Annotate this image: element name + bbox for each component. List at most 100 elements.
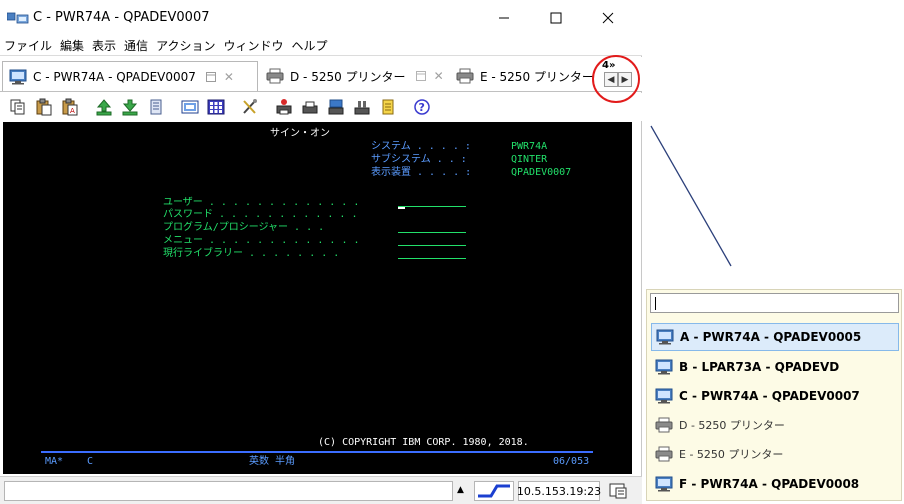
status-message-field	[4, 481, 453, 501]
session-list-popup: A - PWR74A - QPADEV0005 B - LPAR73A - QP…	[646, 289, 902, 501]
menu-communication[interactable]: 通信	[124, 37, 148, 54]
session-item-e[interactable]: E - 5250 プリンター	[651, 440, 899, 468]
menu-help[interactable]: ヘルプ	[291, 37, 327, 54]
oia-cursor-position: 06/053	[553, 456, 590, 467]
svg-text:A: A	[70, 107, 75, 115]
text-cursor	[398, 207, 405, 209]
program-label: プログラム/プロシージャー . . .	[163, 222, 325, 233]
menu-edit[interactable]: 編集	[60, 37, 84, 54]
terminal-icon	[655, 476, 673, 492]
tab-printer-e[interactable]: E - 5250 プリンター	[450, 61, 596, 91]
oia-input-mode: 英数 半角	[249, 456, 296, 467]
menu-label: メニュー . . . . . . . . . . . . .	[163, 235, 360, 246]
menu-bar: ファイル 編集 表示 通信 アクション ウィンドウ ヘルプ	[0, 36, 642, 56]
session-item-c[interactable]: C - PWR74A - QPADEV0007	[651, 382, 899, 410]
menu-view[interactable]: 表示	[92, 37, 116, 54]
device-value: QPADEV0007	[511, 167, 572, 178]
connection-icon	[474, 481, 514, 501]
signon-heading: サイン・オン	[270, 128, 330, 139]
edit-tools-icon[interactable]	[238, 96, 262, 118]
user-label: ユーザー . . . . . . . . . . . . .	[163, 197, 360, 208]
tab-scroll-right-icon[interactable]: ▶	[618, 72, 632, 87]
terminal-icon	[9, 69, 27, 85]
keypad-icon[interactable]	[178, 96, 202, 118]
session-item-label: F - PWR74A - QPADEV0008	[679, 477, 860, 491]
menu-window[interactable]: ウィンドウ	[223, 37, 283, 54]
printer-icon	[655, 446, 673, 462]
session-item-label: A - PWR74A - QPADEV0005	[680, 330, 862, 344]
session-item-label: C - PWR74A - QPADEV0007	[679, 389, 860, 403]
app-icon	[6, 11, 29, 25]
tab-printer-d[interactable]: D - 5250 プリンター ✕	[260, 61, 448, 91]
restore-tab-icon[interactable]	[205, 71, 216, 82]
terminal-icon	[656, 329, 674, 345]
macro-icon[interactable]	[144, 96, 168, 118]
close-tab-icon[interactable]: ✕	[434, 69, 444, 83]
host-address: 10.5.153.19:23	[517, 481, 601, 501]
printer-setup-icon[interactable]	[298, 96, 322, 118]
oia-indicator: MA*	[45, 456, 64, 467]
tab-label: E - 5250 プリンター	[480, 69, 594, 84]
notes-icon[interactable]	[376, 96, 400, 118]
session-tab-bar: C - PWR74A - QPADEV0007 ✕ D - 5250 プリンター…	[0, 57, 642, 92]
restore-tab-icon[interactable]	[415, 71, 426, 81]
paste-icon[interactable]	[32, 96, 56, 118]
maximize-button[interactable]	[533, 0, 579, 36]
user-input[interactable]	[398, 206, 466, 207]
close-tab-icon[interactable]: ✕	[224, 70, 234, 84]
status-bar: ▲ 10.5.153.19:23	[0, 476, 642, 504]
close-button[interactable]	[585, 0, 631, 36]
system-value: PWR74A	[511, 141, 548, 152]
session-item-label: E - 5250 プリンター	[679, 448, 784, 461]
emulator-window: C - PWR74A - QPADEV0007 ファイル 編集 表示 通信 アク…	[0, 0, 642, 504]
menu-file[interactable]: ファイル	[4, 37, 52, 54]
terminal-icon	[655, 359, 673, 375]
paste-special-icon[interactable]: A	[58, 96, 82, 118]
library-label: 現行ライブラリー . . . . . . . .	[163, 248, 340, 259]
receive-file-icon[interactable]	[118, 96, 142, 118]
terminal-screen[interactable]: サイン・オン システム . . . . : PWR74A サブシステム . . …	[3, 122, 632, 474]
password-label: パスワード . . . . . . . . . . . .	[163, 209, 358, 220]
session-item-label: B - LPAR73A - QPADEVD	[679, 360, 840, 374]
help-icon[interactable]: ?	[410, 96, 434, 118]
oia-session: C	[87, 456, 94, 467]
printer-icon	[266, 68, 284, 84]
minimize-button[interactable]	[481, 0, 527, 36]
tab-session-c[interactable]: C - PWR74A - QPADEV0007 ✕	[2, 61, 258, 91]
session-item-label: D - 5250 プリンター	[679, 419, 785, 432]
subsystem-value: QINTER	[511, 154, 548, 165]
device-label: 表示装置 . . . . :	[371, 167, 472, 178]
trace-icon[interactable]	[350, 96, 374, 118]
tab-label: D - 5250 プリンター	[290, 69, 406, 84]
menu-input[interactable]	[398, 245, 466, 246]
oia-separator	[41, 451, 593, 453]
grid-icon[interactable]	[204, 96, 228, 118]
program-input[interactable]	[398, 232, 466, 233]
send-file-icon[interactable]	[92, 96, 116, 118]
copy-icon[interactable]	[6, 96, 30, 118]
printer-icon	[456, 68, 474, 84]
text-caret	[655, 297, 656, 310]
print-screen-icon[interactable]	[324, 96, 348, 118]
window-title: C - PWR74A - QPADEV0007	[33, 10, 210, 25]
title-bar[interactable]: C - PWR74A - QPADEV0007	[0, 0, 642, 36]
copyright-text: (C) COPYRIGHT IBM CORP. 1980, 2018.	[318, 437, 529, 448]
tab-navigator: 4» ◀ ▶	[596, 58, 636, 90]
keyboard-lock-icon[interactable]	[605, 481, 631, 501]
up-arrow-icon[interactable]: ▲	[457, 485, 464, 495]
tab-count[interactable]: 4»	[602, 60, 615, 71]
tab-scroll-left-icon[interactable]: ◀	[604, 72, 618, 87]
menu-actions[interactable]: アクション	[156, 37, 215, 54]
toolbar: A ?	[0, 93, 642, 121]
library-input[interactable]	[398, 258, 466, 259]
session-search-input[interactable]	[650, 293, 899, 313]
svg-text:?: ?	[419, 101, 425, 114]
printer-icon	[655, 417, 673, 433]
session-item-b[interactable]: B - LPAR73A - QPADEVD	[651, 353, 899, 381]
session-item-f[interactable]: F - PWR74A - QPADEV0008	[651, 470, 899, 498]
session-item-d[interactable]: D - 5250 プリンター	[651, 411, 899, 439]
terminal-icon	[655, 388, 673, 404]
subsystem-label: サブシステム . . :	[371, 154, 467, 165]
session-item-a[interactable]: A - PWR74A - QPADEV0005	[651, 323, 899, 351]
print-icon[interactable]	[272, 96, 296, 118]
